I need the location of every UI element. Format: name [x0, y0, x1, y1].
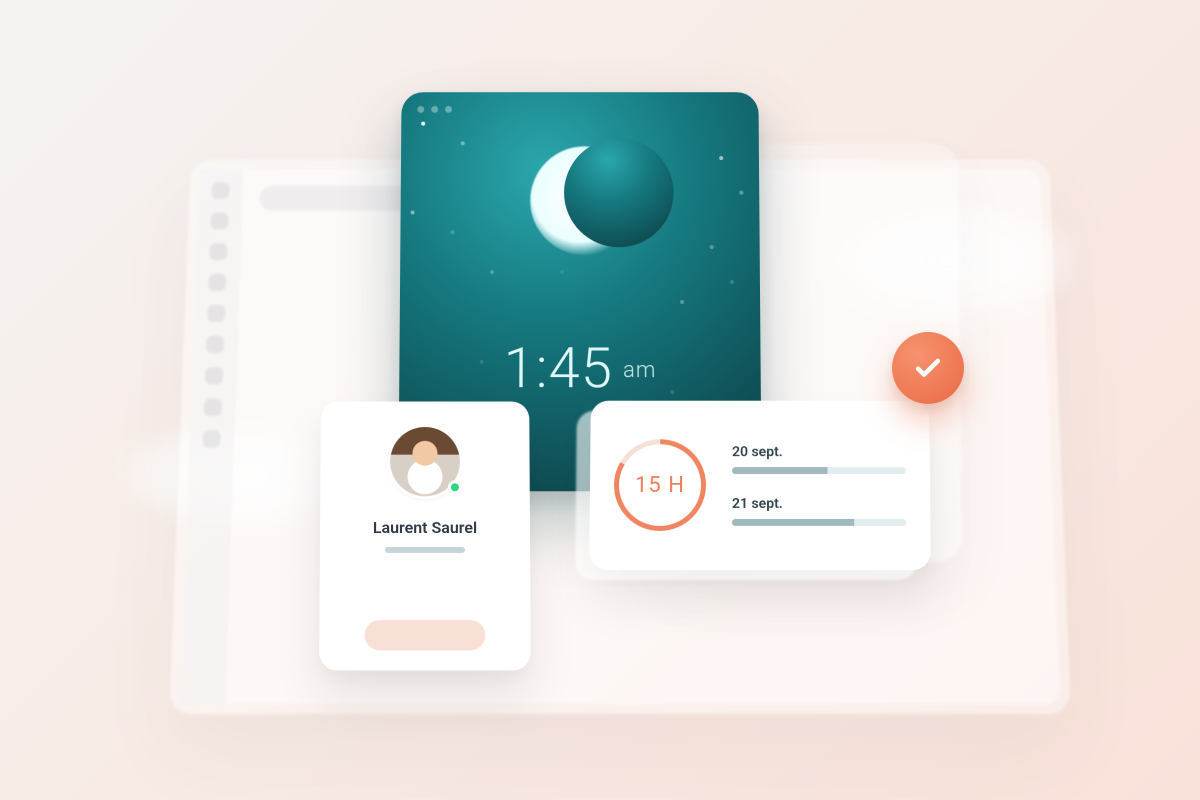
profile-name: Laurent Saurel: [373, 518, 477, 537]
clock-hhmm: 1:45: [503, 335, 612, 401]
date-progress-bar: [732, 519, 906, 526]
clock-time: 1:45 am: [399, 335, 761, 401]
date-label: 21 sept.: [732, 496, 906, 512]
check-icon: [911, 351, 945, 385]
clock-ampm: am: [623, 358, 656, 383]
date-row[interactable]: 20 sept.: [732, 444, 906, 474]
date-row[interactable]: 21 sept.: [732, 496, 906, 526]
hours-value: 15 H: [635, 473, 685, 498]
presence-online-icon: [448, 480, 462, 494]
hours-progress-ring: 15 H: [614, 439, 707, 531]
profile-action-button[interactable]: [365, 620, 486, 650]
profile-subline: [385, 547, 465, 553]
success-check-badge[interactable]: [892, 332, 964, 404]
moon-icon: [530, 146, 640, 255]
hours-card[interactable]: 15 H 20 sept. 21 sept.: [589, 401, 931, 570]
profile-card[interactable]: Laurent Saurel: [319, 401, 531, 670]
window-controls[interactable]: [417, 106, 452, 113]
date-progress-bar: [732, 467, 906, 474]
date-label: 20 sept.: [732, 444, 906, 460]
